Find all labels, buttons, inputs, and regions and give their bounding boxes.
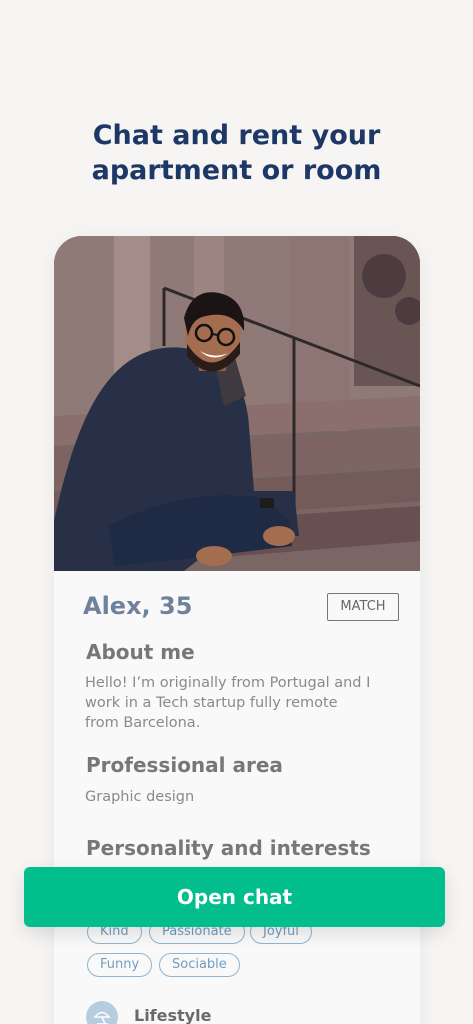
professional-title: Professional area <box>86 753 283 777</box>
about-title: About me <box>86 640 195 664</box>
interest-tag: Sociable <box>159 953 240 977</box>
headline-line-1: Chat and rent your <box>92 120 381 151</box>
headline-line-2: apartment or room <box>91 155 382 186</box>
page-headline: Chat and rent your apartment or room <box>0 118 473 188</box>
match-badge: MATCH <box>327 593 399 621</box>
about-text-line-1: Hello! I’m originally from Portugal and … <box>85 675 371 691</box>
profile-photo <box>54 236 420 571</box>
beach-umbrella-icon <box>86 1001 118 1024</box>
about-text-line-3: from Barcelona. <box>85 715 201 731</box>
personality-title: Personality and interests <box>86 836 371 860</box>
professional-value: Graphic design <box>85 789 195 805</box>
profile-name: Alex, 35 <box>83 592 193 620</box>
about-text: Hello! I’m originally from Portugal and … <box>85 673 385 733</box>
open-chat-button[interactable]: Open chat <box>24 867 445 927</box>
interest-tag: Funny <box>87 953 153 977</box>
lifestyle-label: Lifestyle <box>134 1006 212 1024</box>
about-text-line-2: work in a Tech startup fully remote <box>85 695 338 711</box>
